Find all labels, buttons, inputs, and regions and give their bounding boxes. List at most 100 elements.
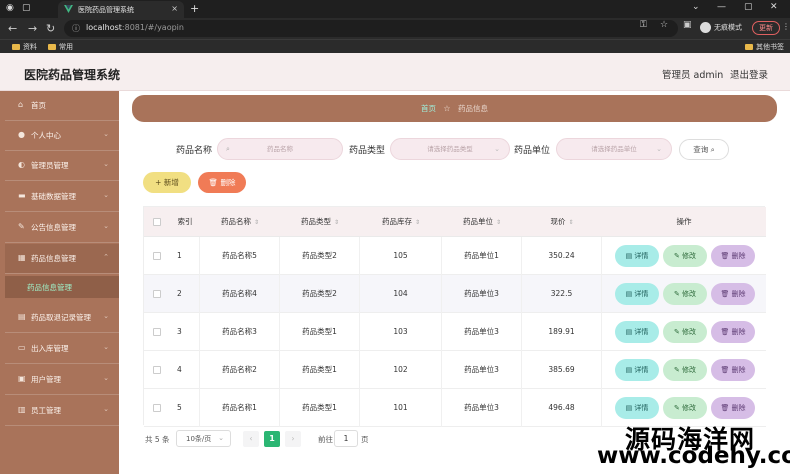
drug-name-label: 药品名称 — [176, 146, 213, 156]
header-type[interactable]: 药品类型 ⇕ — [280, 207, 360, 237]
edit-icon: ✎ — [673, 252, 683, 260]
edit-icon: ✎ — [673, 328, 683, 336]
site-info-icon[interactable]: ⓘ — [72, 23, 80, 34]
bookmark-star-icon[interactable]: ☆ — [660, 20, 668, 30]
row-checkbox[interactable] — [153, 290, 161, 298]
other-bookmarks[interactable]: 其他书签 — [745, 42, 784, 52]
minimize-icon[interactable]: — — [717, 2, 726, 12]
header-name[interactable]: 药品名称 ⇕ — [200, 207, 280, 237]
back-icon[interactable]: ← — [8, 22, 17, 35]
detail-button[interactable]: ▤ 详情 — [615, 245, 659, 267]
drug-name-input[interactable]: ⌕ 药品名称 — [217, 138, 343, 160]
drug-type-select[interactable]: 请选择药品类型 ⌄ — [390, 138, 510, 160]
admin-label: 管理员 admin — [662, 70, 724, 81]
reload-icon[interactable]: ↻ — [46, 22, 55, 35]
url-input[interactable]: ⓘ localhost:8081/#/yaopin — [64, 20, 678, 37]
delete-button[interactable]: 🗑 删除 — [711, 359, 755, 381]
pagination-total: 共 5 条 — [145, 435, 170, 444]
sidebar-item-admin[interactable]: ◐ 管理员管理 ⌄ — [5, 151, 119, 181]
sidebar-item-users[interactable]: ▣ 用户管理 ⌄ — [5, 365, 119, 395]
goto-page-input[interactable]: 1 — [334, 430, 358, 447]
sidebar-item-drug-record[interactable]: ▤ 药品取退记录管理 ⌄ — [5, 303, 119, 333]
chevron-down-icon: ⌄ — [103, 222, 109, 230]
breadcrumb-home[interactable]: 首页 — [421, 104, 436, 113]
more-menu-icon[interactable]: ⋮ — [782, 22, 790, 31]
sidebar-item-basic-data[interactable]: ▬ 基础数据管理 ⌄ — [5, 182, 119, 212]
detail-button[interactable]: ▤ 详情 — [615, 321, 659, 343]
header-unit[interactable]: 药品单位 ⇕ — [442, 207, 522, 237]
table-row[interactable]: 1 药品名称5 药品类型2 105 药品单位1 350.24 ▤ 详情 ✎ 修改… — [144, 237, 766, 275]
sidebar-item-staff[interactable]: ▥ 员工管理 ⌄ — [5, 396, 119, 426]
table-row[interactable]: 4 药品名称2 药品类型1 102 药品单位3 385.69 ▤ 详情 ✎ 修改… — [144, 351, 766, 389]
chevron-down-icon: ⌄ — [103, 405, 109, 413]
side-panel-icon[interactable]: ▣ — [683, 20, 692, 30]
browser-tab[interactable]: 医院药品管理系统 × — [58, 1, 184, 18]
detail-button[interactable]: ▤ 详情 — [615, 359, 659, 381]
detail-button[interactable]: ▤ 详情 — [615, 283, 659, 305]
header-price[interactable]: 现价 ⇕ — [522, 207, 602, 237]
chevron-down-icon: ⌄ — [656, 145, 662, 153]
cell-stock: 104 — [360, 275, 442, 313]
cell-index: 4 — [170, 351, 200, 389]
table-header: 索引 药品名称 ⇕ 药品类型 ⇕ 药品库存 ⇕ 药品单位 ⇕ 现价 ⇕ 操作 — [144, 207, 766, 237]
edit-button[interactable]: ✎ 修改 — [663, 321, 707, 343]
sidebar-item-drug-info[interactable]: ▦ 药品信息管理 ⌃ — [5, 244, 119, 274]
sidebar-item-home[interactable]: ⌂ 首页 — [5, 91, 119, 121]
table-row[interactable]: 2 药品名称4 药品类型2 104 药品单位3 322.5 ▤ 详情 ✎ 修改 … — [144, 275, 766, 313]
add-button[interactable]: + 新增 — [143, 172, 191, 193]
chevron-down-icon: ⌄ — [103, 130, 109, 138]
row-checkbox[interactable] — [153, 366, 161, 374]
delete-button[interactable]: 🗑 删除 — [711, 321, 755, 343]
sidebar-item-notice[interactable]: ✎ 公告信息管理 ⌄ — [5, 213, 119, 243]
chrome-menu-icon[interactable]: ◉ — [6, 3, 14, 13]
maximize-icon[interactable]: ▢ — [744, 2, 753, 12]
next-page-button[interactable]: › — [285, 431, 301, 447]
edit-button[interactable]: ✎ 修改 — [663, 359, 707, 381]
detail-button[interactable]: ▤ 详情 — [615, 397, 659, 419]
header-stock[interactable]: 药品库存 ⇕ — [360, 207, 442, 237]
page-number-current[interactable]: 1 — [264, 431, 280, 447]
edit-button[interactable]: ✎ 修改 — [663, 245, 707, 267]
row-checkbox[interactable] — [153, 252, 161, 260]
prev-page-button[interactable]: ‹ — [243, 431, 259, 447]
header-operations: 操作 — [676, 217, 692, 226]
key-icon[interactable]: ⚿ — [640, 20, 647, 30]
tab-search-icon[interactable]: ▢ — [22, 3, 31, 13]
page-size-select[interactable]: 10条/页 ⌄ — [176, 430, 231, 447]
batch-delete-button[interactable]: 🗑 删除 — [198, 172, 246, 193]
sidebar-item-profile[interactable]: ● 个人中心 ⌄ — [5, 121, 119, 151]
delete-button[interactable]: 🗑 删除 — [711, 245, 755, 267]
cell-type: 药品类型2 — [280, 237, 360, 275]
window-close-icon[interactable]: ✕ — [770, 2, 778, 12]
select-all-checkbox[interactable] — [153, 218, 161, 226]
row-checkbox[interactable] — [153, 404, 161, 412]
edit-icon: ✎ — [673, 366, 683, 374]
edit-button[interactable]: ✎ 修改 — [663, 283, 707, 305]
new-tab-icon[interactable]: + — [190, 2, 199, 15]
trash-icon: 🗑 — [720, 328, 732, 336]
edit-button[interactable]: ✎ 修改 — [663, 397, 707, 419]
delete-button[interactable]: 🗑 删除 — [711, 283, 755, 305]
cell-name: 药品名称5 — [200, 237, 280, 275]
warehouse-icon: ▭ — [18, 343, 26, 352]
bookmark-folder-1[interactable]: 资料 — [12, 42, 37, 52]
logout-link[interactable]: 退出登录 — [730, 67, 768, 81]
forward-icon[interactable]: → — [28, 22, 37, 35]
delete-button[interactable]: 🗑 删除 — [711, 397, 755, 419]
row-checkbox[interactable] — [153, 328, 161, 336]
folder-icon — [745, 44, 753, 50]
drug-unit-select[interactable]: 请选择药品单位 ⌄ — [556, 138, 672, 160]
update-button[interactable]: 更新 — [752, 21, 780, 35]
tab-close-icon[interactable]: × — [171, 4, 178, 13]
sidebar-subitem-drug-info[interactable]: 药品信息管理 — [5, 276, 119, 298]
sidebar-item-warehouse[interactable]: ▭ 出入库管理 ⌄ — [5, 334, 119, 364]
table-row[interactable]: 3 药品名称3 药品类型1 103 药品单位3 189.91 ▤ 详情 ✎ 修改… — [144, 313, 766, 351]
admin-icon: ◐ — [18, 160, 25, 169]
url-host: localhost — [86, 23, 122, 32]
browser-tab-bar: ◉ ▢ 医院药品管理系统 × + ⌄ — ▢ ✕ — [0, 0, 790, 18]
tab-list-icon[interactable]: ⌄ — [692, 2, 700, 12]
watermark-url: www.codehy.com — [597, 443, 790, 469]
incognito-indicator[interactable]: 无痕模式 — [700, 22, 742, 33]
bookmark-folder-2[interactable]: 常用 — [48, 42, 73, 52]
query-button[interactable]: 查询 ⌕ — [679, 139, 729, 160]
